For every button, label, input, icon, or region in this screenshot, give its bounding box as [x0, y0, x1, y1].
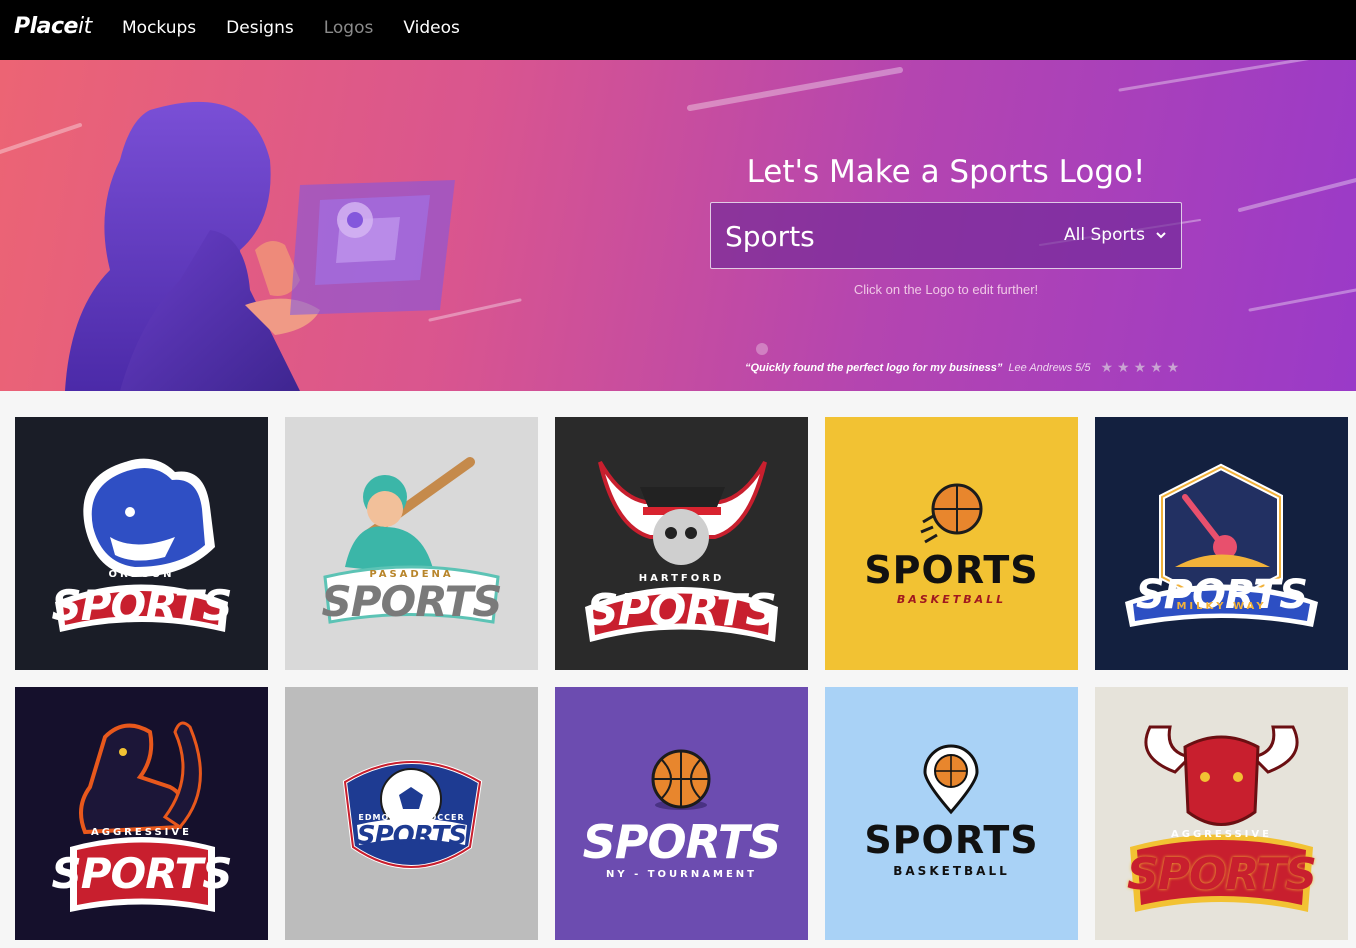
tile-title: SPORTS	[51, 581, 232, 630]
logo-tile-oregon-sports[interactable]: OREGON SPORTS	[15, 417, 268, 670]
rating-stars: ★ ★ ★ ★ ★	[1100, 359, 1179, 376]
logo-tile-ny-tournament-sports[interactable]: SPORTS NY - TOURNAMENT	[555, 687, 808, 940]
basketball-icon	[651, 749, 711, 810]
placeit-logo[interactable]: Placeit	[14, 14, 92, 39]
logo-tile-milkyway-sports[interactable]: SPORTS MILKY WAY	[1095, 417, 1348, 670]
edit-hint: Click on the Logo to edit further!	[853, 282, 1039, 297]
tile-title: SPORTS	[356, 821, 467, 851]
meteor-badge-icon	[1125, 463, 1318, 627]
tile-subtitle: BASKETBALL	[896, 593, 1007, 606]
tile-subtitle: AGGRESSIVE	[1171, 829, 1272, 840]
tile-title: SPORTS	[864, 818, 1039, 862]
tile-title: SPORTS	[864, 548, 1039, 592]
star-icon: ★	[1100, 359, 1114, 375]
tile-subtitle: MILKY WAY	[1176, 601, 1267, 612]
hero-title: Let's Make a Sports Logo!	[746, 154, 1146, 190]
testimonial-author: Lee Andrews 5/5	[1008, 361, 1091, 374]
location-pin-basketball-icon	[923, 744, 979, 815]
tile-subtitle: NY - TOURNAMENT	[606, 869, 757, 880]
search-input[interactable]	[723, 217, 1027, 255]
star-icon: ★	[1133, 359, 1147, 375]
star-icon: ★	[1117, 359, 1130, 375]
testimonial: “Quickly found the perfect logo for my b…	[745, 359, 1179, 376]
nav-link-logos[interactable]: Logos	[324, 18, 374, 38]
baseball-player-icon	[323, 457, 500, 624]
hero-banner: Let's Make a Sports Logo! All Sports Cli…	[0, 60, 1356, 391]
testimonial-text: “Quickly found the perfect logo for my b…	[745, 361, 1003, 374]
tile-title: SPORTS	[582, 815, 782, 869]
nav-link-videos[interactable]: Videos	[403, 18, 460, 38]
logo-search-bar: All Sports	[710, 202, 1182, 269]
logo-tile-basketball-pin-sports[interactable]: SPORTS BASKETBALL	[825, 687, 1078, 940]
logo-tile-edmonton-soccer-sports[interactable]: EDMONTON SOCCER SPORTS	[285, 687, 538, 940]
category-select[interactable]: All Sports	[1064, 225, 1167, 245]
bull-mascot-icon	[1130, 725, 1313, 912]
logo-tile-aggressive-panther-sports[interactable]: AGGRESSIVE SPORTS	[15, 687, 268, 940]
logo-tile-pasadena-sports[interactable]: PASADENA SPORTS	[285, 417, 538, 670]
category-select-value: All Sports	[1064, 225, 1145, 245]
tile-title: SPORTS	[587, 585, 777, 636]
star-icon: ★	[1166, 359, 1180, 375]
top-navbar: Placeit Mockups Designs Logos Videos	[0, 0, 1356, 60]
basketball-icon	[920, 483, 983, 544]
logo-tile-hartford-sports[interactable]: HARTFORD SPORTS	[555, 417, 808, 670]
tile-subtitle: HARTFORD	[638, 573, 725, 584]
tile-title: SPORTS	[321, 577, 502, 626]
nav-link-mockups[interactable]: Mockups	[122, 18, 196, 38]
logo-tile-aggressive-bull-sports[interactable]: AGGRESSIVE SPORTS	[1095, 687, 1348, 940]
chevron-down-icon	[1156, 232, 1166, 239]
bear-mascot-icon	[55, 458, 228, 632]
tile-subtitle: AGGRESSIVE	[91, 827, 192, 838]
nav-link-designs[interactable]: Designs	[226, 18, 294, 38]
panther-mascot-icon	[70, 721, 215, 912]
tile-subtitle: BASKETBALL	[893, 864, 1010, 878]
tile-title: SPORTS	[1127, 849, 1317, 900]
logo-template-grid: OREGON SPORTS PASADENA SPORTS HARTFORD S…	[15, 417, 1348, 940]
logo-tile-basketball-sports[interactable]: SPORTS BASKETBALL	[825, 417, 1078, 670]
tile-subtitle: OREGON	[108, 569, 175, 580]
nav-links: Mockups Designs Logos Videos	[122, 18, 460, 38]
star-icon: ★	[1150, 359, 1163, 375]
tile-title: SPORTS	[51, 849, 232, 898]
